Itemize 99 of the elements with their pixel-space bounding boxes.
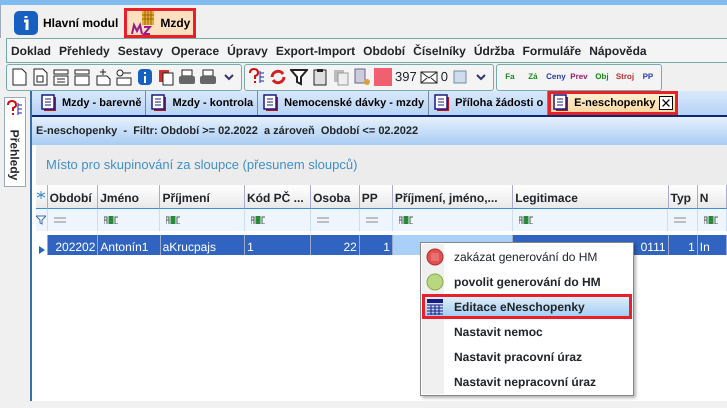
column-header[interactable]: Jméno [98,185,160,209]
filter-cell[interactable] [360,209,393,231]
table-cell: In [698,235,727,255]
copy-icon [332,68,350,86]
document-icon [433,94,452,112]
side-tab[interactable]: Přehledy [4,97,26,187]
module-button[interactable]: PP [638,73,658,81]
info-icon [136,68,154,86]
square-icon [374,68,392,86]
filter-cell[interactable] [392,209,514,231]
text-filter-icon [104,216,118,224]
module-button[interactable]: Stroj [614,73,635,81]
module-tab[interactable]: Mzdy [124,8,196,38]
menu-item[interactable]: Formuláře [518,42,586,60]
copy-icon [157,68,175,86]
table-cell: Antonín1 [98,235,161,255]
menu-item[interactable]: Export-Import [272,42,360,60]
document-icon [552,94,570,112]
menu-item[interactable]: Operace [167,42,224,60]
menu-item[interactable]: Doklad [7,42,56,60]
document-icon [262,94,280,112]
new-document-icon [10,68,28,86]
column-header[interactable]: Kód PČ ... [244,185,312,209]
table-cell: 1 [360,235,393,255]
text-filter-icon [166,216,180,224]
filter-icon [290,68,308,86]
filter-cell[interactable] [698,209,727,231]
filter-cell[interactable] [98,209,160,231]
column-header[interactable]: Příjmení [160,185,245,209]
document-icon [40,94,58,112]
table-icon [426,298,444,316]
help-icon [6,100,24,118]
filter-cell[interactable] [513,209,668,231]
group-hint: Místo pro skupinování za sloupce (přesunem sloupců) [46,156,358,174]
menu-item[interactable]: Přehledy [55,42,114,60]
module-button[interactable]: Zá [522,73,543,81]
text-filter-icon [704,216,718,224]
table-cell: 1 [245,235,312,255]
refresh-icon [269,68,287,86]
column-header[interactable]: Osoba [311,185,360,209]
document-tab[interactable]: Mzdy - kontrola [146,91,258,115]
equals-icon [54,217,66,223]
info-icon [13,10,39,36]
text-filter-icon [519,216,534,224]
document-icon [150,94,168,112]
document-tab[interactable]: Nemocenské dávky - mzdy [258,91,430,115]
text-filter-icon [398,216,413,224]
column-header[interactable]: Období [48,185,98,209]
menu-item[interactable]: Období [359,42,410,60]
equals-icon [366,217,378,223]
module-button[interactable]: Fa [500,73,520,81]
document-icon [31,68,49,86]
table-cell: aKrucpajs [160,235,246,255]
module-button[interactable]: Obj [592,73,612,81]
document-tab[interactable]: Příloha žádosti o [429,91,548,115]
module-button[interactable]: Prev [568,73,589,81]
column-header[interactable]: Příjmení, jméno,... [392,185,514,209]
menu-item[interactable]: Údržba [470,42,519,60]
table-cell: 1 [668,235,698,255]
document-tab[interactable]: Mzdy - barevně [36,91,146,115]
menu-item[interactable]: Úpravy [223,42,272,60]
column-header[interactable]: Legitimace [513,185,669,209]
pointer-icon [39,246,45,254]
table-cell: 202202 [48,235,98,255]
column-header[interactable]: PP [360,185,393,209]
help-icon [248,68,266,86]
filter-caption: E-neschopenky - Filtr: Období >= 02.2022 a zároveň Období <= 02.2022 [32,117,727,145]
record-count: 397 [395,68,417,86]
document-tab[interactable]: E-neschopenky [548,91,678,115]
filter-cell[interactable] [311,209,360,231]
asterisk-icon [36,190,46,200]
text-filter-icon [250,216,265,224]
equals-icon [317,217,330,223]
add-document-icon [94,68,112,86]
filter-cell[interactable] [160,209,245,231]
column-header[interactable]: N [698,185,727,209]
note-icon [450,68,469,86]
table-cell: 22 [311,235,360,255]
printer-icon [199,68,217,86]
filter-icon [36,215,46,225]
menu-item[interactable]: Sestavy [114,42,168,60]
column-header[interactable]: Typ [668,185,698,209]
module-tab[interactable]: Hlavní modul [7,8,124,38]
side-label: Přehledy [6,130,22,180]
clipboard-icon [311,68,329,86]
filter-cell[interactable] [48,209,98,231]
filter-cell[interactable] [668,209,698,231]
menu-item[interactable]: Číselníky [409,42,470,60]
equals-icon [674,217,686,223]
filter-cell[interactable] [244,209,312,231]
printer-icon [178,68,196,86]
form-icon [73,68,91,86]
status-dot-icon [426,272,444,290]
module-button[interactable]: Ceny [546,73,566,81]
context-menu-item[interactable]: Editace eNeschopenky [422,294,632,319]
menu-item[interactable]: Nápověda [585,42,651,60]
form-icon [52,68,70,86]
mail-count: 0 [440,68,448,86]
stop-icon [426,248,444,266]
